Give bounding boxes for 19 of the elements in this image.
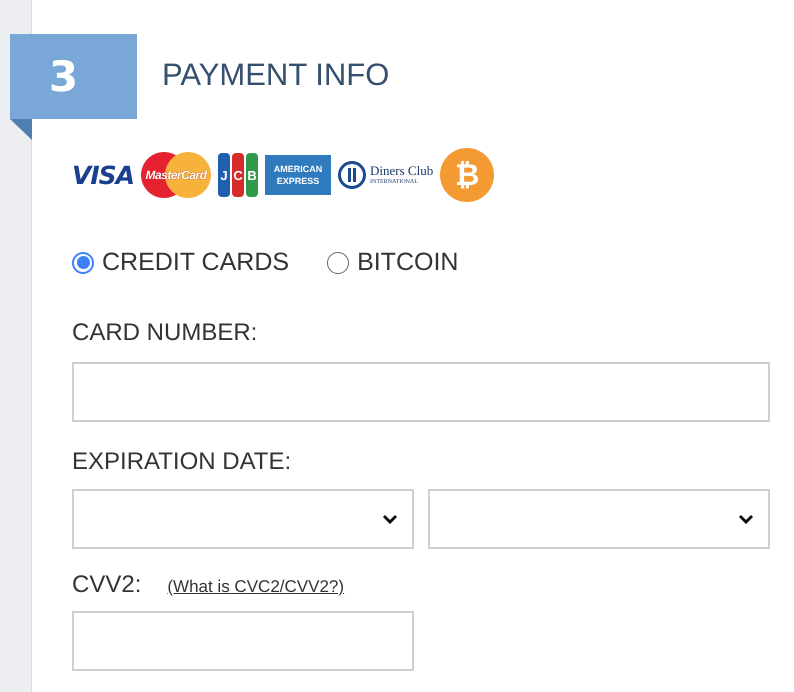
step-badge: 3: [10, 34, 137, 119]
radio-option[interactable]: CREDIT CARDS: [72, 248, 290, 277]
card-logo: VISA: [72, 160, 134, 192]
card-number-field[interactable]: [72, 362, 770, 422]
radio-option[interactable]: BITCOIN: [327, 248, 458, 277]
section-title: PAYMENT INFO: [162, 56, 390, 92]
month-select[interactable]: [72, 489, 414, 549]
ribbon-fold: [10, 119, 32, 140]
cvv-field[interactable]: [72, 611, 414, 671]
field-label: EXPIRATION DATE:: [72, 448, 292, 476]
card-logo: J C B: [218, 153, 258, 197]
chevron-down-icon: [738, 514, 754, 524]
field-label: CVV2:: [72, 571, 142, 599]
help-link[interactable]: (What is CVC2/CVV2?): [167, 577, 344, 597]
card-logo: AMERICAN EXPRESS: [265, 155, 332, 195]
card-logo: ₿: [440, 148, 494, 202]
year-select[interactable]: [428, 489, 770, 549]
chevron-down-icon: [382, 514, 398, 524]
field-label: CARD NUMBER:: [72, 319, 258, 347]
